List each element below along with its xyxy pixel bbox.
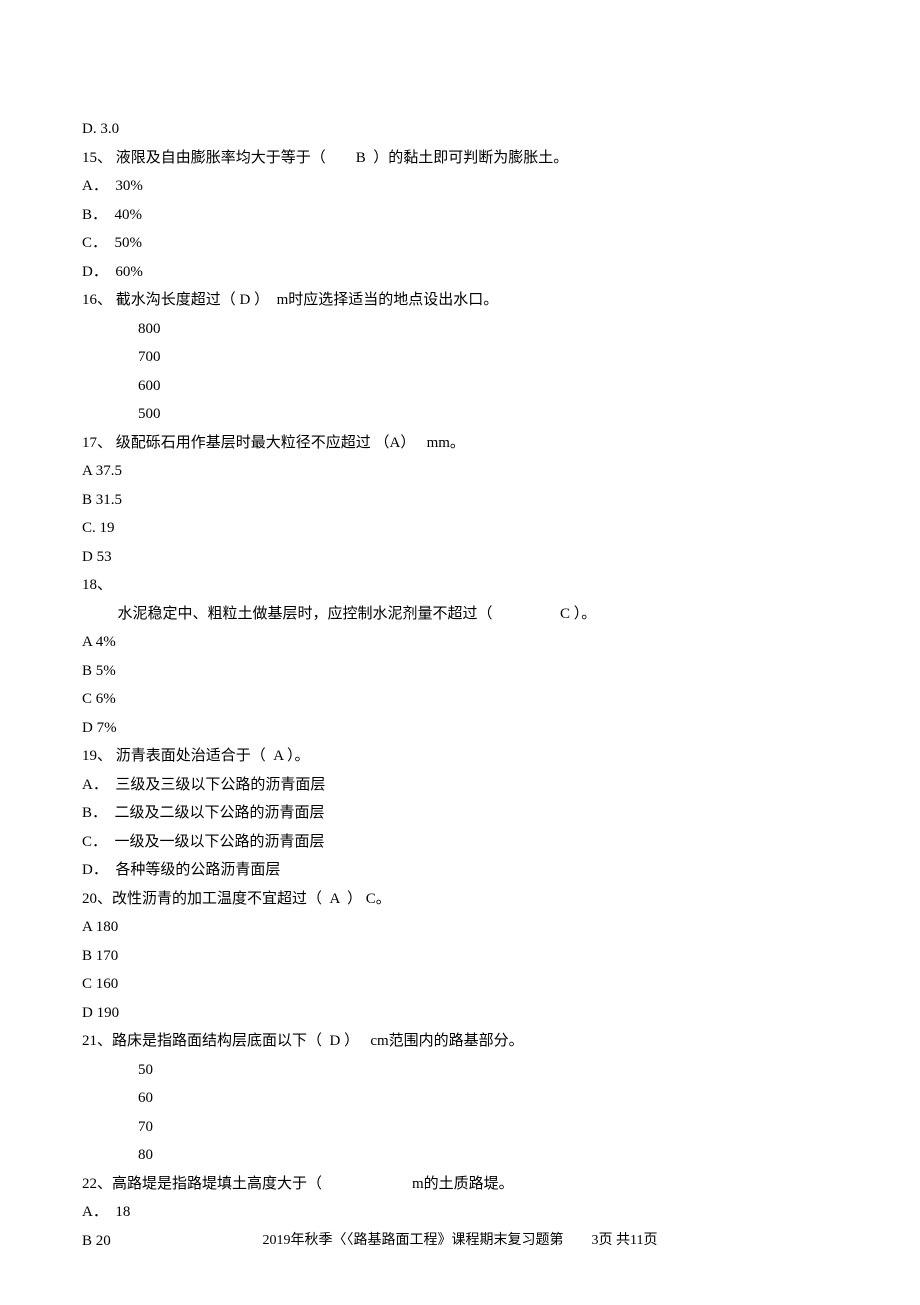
q15-opt-a: A． 30% <box>82 172 838 201</box>
q20-opt-b: B 170 <box>82 942 838 971</box>
q22-stem-a: 22、高路堤是指路堤填土高度大于（ <box>82 1176 322 1192</box>
q18-opt-a: A 4% <box>82 628 838 657</box>
q18-ans: C <box>560 606 570 622</box>
q15-stem: 15、 液限及自由膨胀率均大于等于（ B ）的黏土即可判断为膨胀土。 <box>82 144 838 173</box>
q20-opt-a: A 180 <box>82 913 838 942</box>
q16-opt-d: 500 <box>82 400 838 429</box>
q18-stem: 水泥稳定中、粗粒土做基层时，应控制水泥剂量不超过（ C ）。 <box>82 600 838 629</box>
q18-opt-b: B 5% <box>82 657 838 686</box>
q22-stem: 22、高路堤是指路堤填土高度大于（ m的土质路堤。 <box>82 1170 838 1199</box>
footer-text: 2019年秋季〈〈路基路面工程》课程期末复习题第 <box>263 1233 564 1248</box>
q18-opt-d: D 7% <box>82 714 838 743</box>
q15-opt-c: C． 50% <box>82 229 838 258</box>
q14-opt-d: D. 3.0 <box>82 115 838 144</box>
q15-opt-d: D． 60% <box>82 258 838 287</box>
q20-opt-c: C 160 <box>82 970 838 999</box>
q21-opt-a: 50 <box>82 1056 838 1085</box>
q18-stem-a: 水泥稳定中、粗粒土做基层时，应控制水泥剂量不超过（ <box>118 606 493 622</box>
q15-opt-b: B． 40% <box>82 201 838 230</box>
q18-opt-c: C 6% <box>82 685 838 714</box>
q21-stem: 21、路床是指路面结构层底面以下（ D ） cm范围内的路基部分。 <box>82 1027 838 1056</box>
q16-opt-c: 600 <box>82 372 838 401</box>
q16-opt-b: 700 <box>82 343 838 372</box>
q22-opt-a: A． 18 <box>82 1198 838 1227</box>
q17-opt-b: B 31.5 <box>82 486 838 515</box>
q19-opt-a: A． 三级及三级以下公路的沥青面层 <box>82 771 838 800</box>
q16-stem: 16、 截水沟长度超过（ D ） m时应选择适当的地点设出水口。 <box>82 286 838 315</box>
q18-num: 18、 <box>82 571 838 600</box>
q18-stem-b: ）。 <box>574 606 597 622</box>
q19-opt-d: D． 各种等级的公路沥青面层 <box>82 856 838 885</box>
q17-opt-a: A 37.5 <box>82 457 838 486</box>
q19-stem: 19、 沥青表面处治适合于（ A ）。 <box>82 742 838 771</box>
q17-stem: 17、 级配砾石用作基层时最大粒径不应超过 （A） mm。 <box>82 429 838 458</box>
q22-stem-b: m的土质路堤。 <box>412 1176 514 1192</box>
q21-opt-c: 70 <box>82 1113 838 1142</box>
q17-opt-c: C. 19 <box>82 514 838 543</box>
q19-opt-c: C． 一级及一级以下公路的沥青面层 <box>82 828 838 857</box>
q20-stem: 20、改性沥青的加工温度不宜超过（ A ） C。 <box>82 885 838 914</box>
page-footer: 2019年秋季〈〈路基路面工程》课程期末复习题第 3页 共11页 <box>0 1228 920 1255</box>
q15-stem-b: ）的黏土即可判断为膨胀土。 <box>373 150 568 166</box>
q16-opt-a: 800 <box>82 315 838 344</box>
q17-opt-d: D 53 <box>82 543 838 572</box>
q15-stem-a: 15、 液限及自由膨胀率均大于等于（ <box>82 150 326 166</box>
q20-opt-d: D 190 <box>82 999 838 1028</box>
q21-opt-b: 60 <box>82 1084 838 1113</box>
q21-opt-d: 80 <box>82 1141 838 1170</box>
footer-page: 3页 共11页 <box>592 1233 658 1248</box>
q19-opt-b: B． 二级及二级以下公路的沥青面层 <box>82 799 838 828</box>
q15-ans: B <box>356 150 366 166</box>
